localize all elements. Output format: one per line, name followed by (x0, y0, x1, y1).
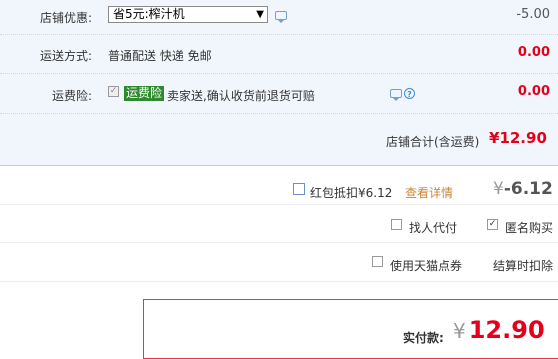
proxy-pay-checkbox[interactable] (391, 219, 402, 230)
help-icon[interactable]: ? (404, 88, 415, 99)
final-payment-value: 12.90 (468, 316, 545, 344)
currency-symbol: ¥ (493, 179, 504, 199)
final-payment-amount: ¥12.90 (453, 316, 545, 344)
red-packet-checkbox[interactable] (293, 183, 305, 195)
row-divider (0, 242, 558, 243)
currency-symbol: ¥ (358, 186, 366, 200)
row-divider (0, 73, 558, 74)
shop-discount-label: 店铺优惠: (39, 11, 92, 25)
insurance-label: 运费险: (51, 89, 92, 103)
shop-discount-selected: 省5元:榨汁机 (113, 7, 185, 21)
insurance-amount: 0.00 (517, 84, 550, 99)
comment-bubble-icon[interactable] (275, 11, 287, 23)
red-packet-label: 红包抵扣¥6.12 (310, 184, 392, 201)
row-divider (0, 204, 558, 205)
red-packet-amount-value: -6.12 (503, 179, 553, 199)
tmall-points-note: 结算时扣除 (493, 259, 554, 273)
view-details-link[interactable]: 查看详情 (405, 184, 453, 201)
shop-total-amount: ¥12.90 (489, 129, 547, 147)
currency-symbol: ¥ (453, 319, 466, 343)
final-payment-label: 实付款: (403, 331, 444, 345)
comment-bubble-icon[interactable] (390, 89, 402, 101)
dropdown-arrow-icon: ▼ (256, 9, 264, 20)
red-packet-value: 6.12 (365, 186, 393, 200)
shipping-method: 普通配送 快递 免邮 (108, 49, 212, 63)
tmall-points-checkbox[interactable] (372, 256, 383, 267)
shipping-label: 运送方式: (39, 49, 92, 63)
insurance-description: 卖家送,确认收货前退货可赔 (167, 89, 315, 103)
insurance-tag: 运费险 (124, 86, 165, 101)
anonymous-label: 匿名购买 (505, 221, 554, 235)
row-divider (0, 281, 558, 282)
shipping-amount: 0.00 (517, 45, 550, 60)
currency-symbol: ¥ (489, 129, 500, 147)
tmall-points-label: 使用天猫点券 (390, 259, 463, 273)
row-divider (0, 113, 558, 114)
shop-total-value: 12.90 (499, 129, 547, 147)
proxy-pay-label: 找人代付 (409, 221, 458, 235)
shop-discount-select[interactable]: 省5元:榨汁机 ▼ (108, 6, 268, 23)
shop-total-label: 店铺合计(含运费) (386, 135, 480, 149)
shop-discount-amount: -5.00 (516, 7, 550, 22)
anonymous-checkbox[interactable]: ✓ (487, 219, 498, 230)
red-packet-text: 红包抵扣 (310, 186, 359, 200)
red-packet-amount: ¥-6.12 (493, 179, 553, 199)
insurance-checkbox[interactable]: ✓ (108, 86, 119, 97)
row-divider (0, 34, 558, 35)
